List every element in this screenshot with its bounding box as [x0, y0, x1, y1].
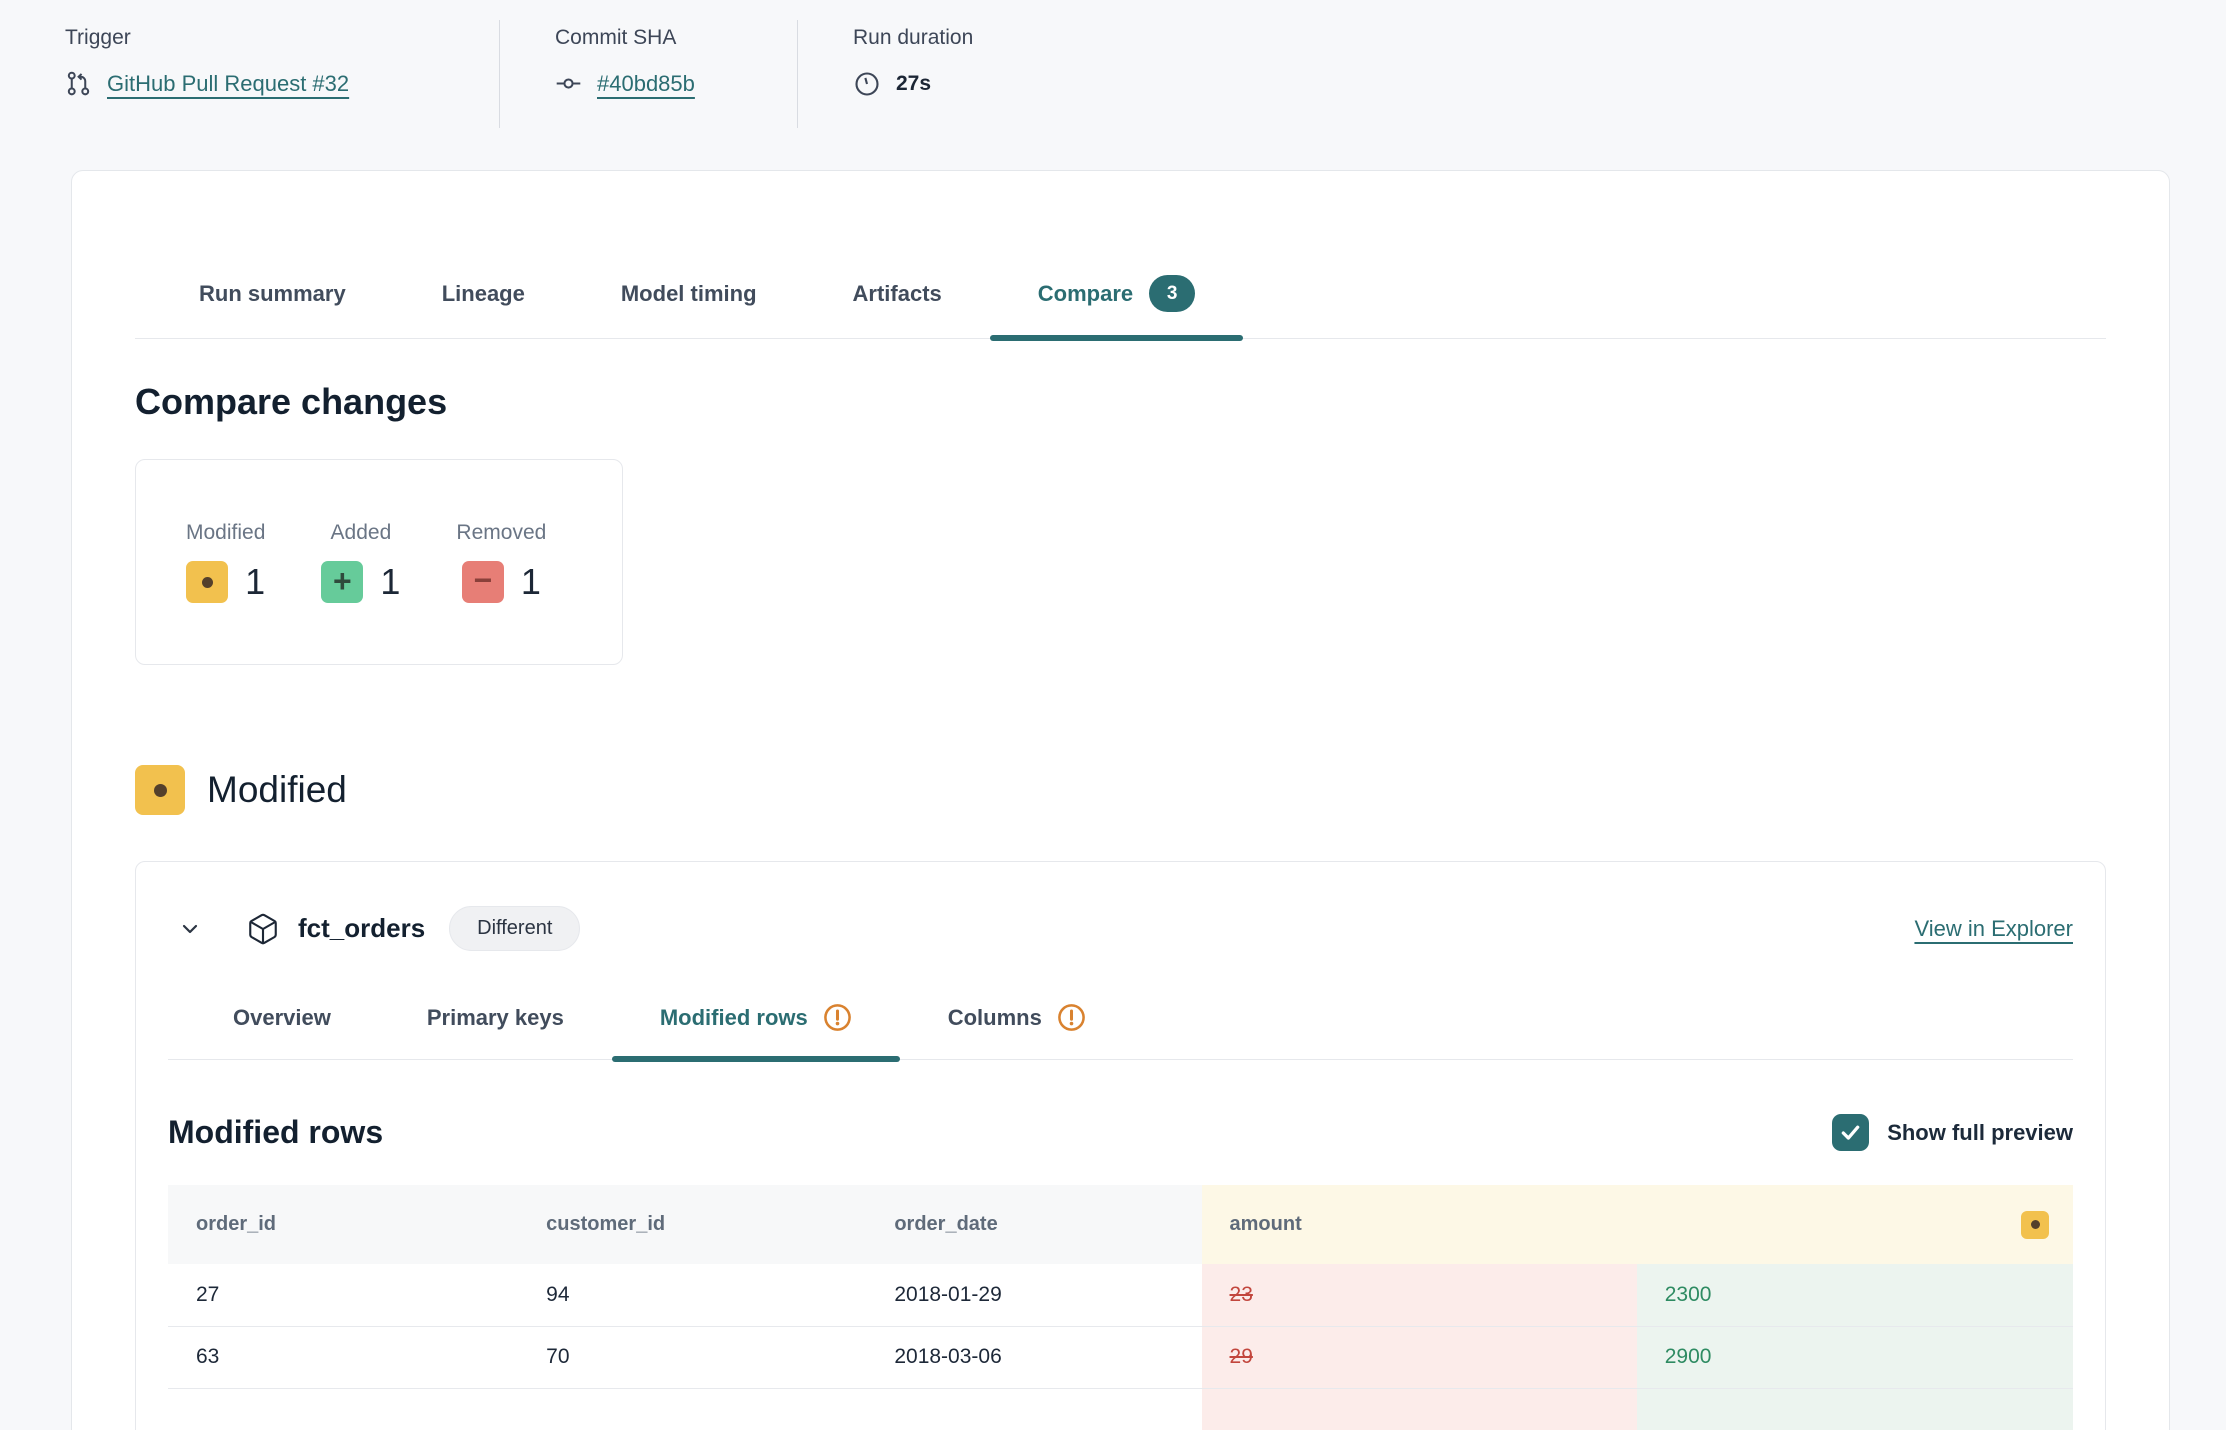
model-name: fct_orders — [298, 913, 425, 944]
modified-rows-panel-head: Modified rows Show full preview — [168, 1114, 2073, 1151]
warning-icon — [823, 1003, 852, 1032]
table-header-row: order_id customer_id order_date amount — [168, 1185, 2073, 1264]
stat-added-count: 1 — [380, 561, 400, 603]
tab-compare[interactable]: Compare 3 — [990, 275, 1243, 338]
model-header: fct_orders Different View in Explorer — [168, 862, 2073, 951]
status-badge-different: Different — [449, 906, 580, 951]
tab-overview[interactable]: Overview — [185, 1003, 379, 1059]
compare-changes-title: Compare changes — [135, 381, 2106, 423]
compare-stats-card: Modified 1 Added + 1 Removed − 1 — [135, 459, 623, 665]
cell-amount-old: 29 — [1202, 1326, 1637, 1388]
modified-group-title: Modified — [207, 769, 347, 811]
modified-icon — [186, 561, 228, 603]
stat-removed: Removed − 1 — [456, 521, 546, 603]
model-sub-tabs: Overview Primary keys Modified rows Colu… — [168, 1003, 2073, 1060]
table-row — [168, 1388, 2073, 1430]
duration-value: 27s — [896, 72, 931, 96]
table-row: 27 94 2018-01-29 23 2300 — [168, 1264, 2073, 1326]
tab-columns[interactable]: Columns — [900, 1003, 1134, 1059]
checkbox-checked-icon[interactable] — [1832, 1114, 1869, 1151]
model-card-fct-orders: fct_orders Different View in Explorer Ov… — [135, 861, 2106, 1430]
added-icon: + — [321, 561, 363, 603]
column-header-customer-id: customer_id — [518, 1185, 866, 1264]
model-box-icon — [246, 912, 280, 946]
cell-order-date: 2018-01-29 — [866, 1264, 1201, 1326]
stat-removed-count: 1 — [521, 561, 541, 603]
view-in-explorer-link[interactable]: View in Explorer — [1914, 916, 2073, 942]
modified-group-heading: Modified — [135, 765, 2106, 815]
modified-column-icon — [2021, 1211, 2049, 1239]
cell-amount-new: 2300 — [1637, 1264, 2073, 1326]
modified-rows-table: order_id customer_id order_date amount 2… — [168, 1185, 2073, 1430]
clock-icon — [853, 70, 881, 98]
column-header-amount: amount — [1202, 1185, 2073, 1264]
cell-customer-id: 94 — [518, 1264, 866, 1326]
stat-modified-count: 1 — [245, 561, 265, 603]
stat-added-label: Added — [331, 521, 392, 545]
tab-run-summary[interactable]: Run summary — [151, 275, 394, 338]
chevron-down-icon[interactable] — [178, 917, 202, 941]
cell-amount-old: 23 — [1202, 1264, 1637, 1326]
cell-order-date: 2018-03-06 — [866, 1326, 1201, 1388]
table-row: 63 70 2018-03-06 29 2900 — [168, 1326, 2073, 1388]
cell-amount-new: 2900 — [1637, 1326, 2073, 1388]
column-header-order-id: order_id — [168, 1185, 518, 1264]
cell-customer-id — [518, 1388, 866, 1430]
trigger-link[interactable]: GitHub Pull Request #32 — [107, 71, 349, 97]
commit-icon — [555, 70, 582, 97]
stat-modified-label: Modified — [186, 521, 265, 545]
show-full-preview-toggle[interactable]: Show full preview — [1832, 1114, 2073, 1151]
cell-order-id: 27 — [168, 1264, 518, 1326]
tab-lineage[interactable]: Lineage — [394, 275, 573, 338]
stat-added: Added + 1 — [321, 521, 400, 603]
modified-rows-title: Modified rows — [168, 1114, 383, 1151]
trigger-label: Trigger — [65, 26, 499, 50]
duration-label: Run duration — [853, 26, 973, 50]
trigger-meta: Trigger GitHub Pull Request #32 — [65, 20, 500, 128]
column-header-order-date: order_date — [866, 1185, 1201, 1264]
removed-icon: − — [462, 561, 504, 603]
compare-count-badge: 3 — [1149, 275, 1195, 312]
duration-meta: Run duration 27s — [798, 20, 973, 128]
cell-order-date — [866, 1388, 1201, 1430]
stat-modified: Modified 1 — [186, 521, 265, 603]
cell-amount-new — [1637, 1388, 2073, 1430]
warning-icon — [1057, 1003, 1086, 1032]
show-full-preview-label: Show full preview — [1887, 1120, 2073, 1146]
tab-artifacts[interactable]: Artifacts — [805, 275, 990, 338]
commit-label: Commit SHA — [555, 26, 797, 50]
commit-meta: Commit SHA #40bd85b — [500, 20, 798, 128]
cell-customer-id: 70 — [518, 1326, 866, 1388]
stat-removed-label: Removed — [456, 521, 546, 545]
pull-request-icon — [65, 70, 92, 97]
run-tabs: Run summary Lineage Model timing Artifac… — [135, 275, 2106, 339]
cell-order-id: 63 — [168, 1326, 518, 1388]
tab-model-timing[interactable]: Model timing — [573, 275, 805, 338]
cell-order-id — [168, 1388, 518, 1430]
cell-amount-old — [1202, 1388, 1637, 1430]
modified-icon — [135, 765, 185, 815]
commit-sha-link[interactable]: #40bd85b — [597, 71, 695, 97]
tab-primary-keys[interactable]: Primary keys — [379, 1003, 612, 1059]
tab-modified-rows[interactable]: Modified rows — [612, 1003, 900, 1059]
run-meta-bar: Trigger GitHub Pull Request #32 Commit S… — [65, 20, 973, 128]
run-detail-card: Run summary Lineage Model timing Artifac… — [71, 170, 2170, 1430]
